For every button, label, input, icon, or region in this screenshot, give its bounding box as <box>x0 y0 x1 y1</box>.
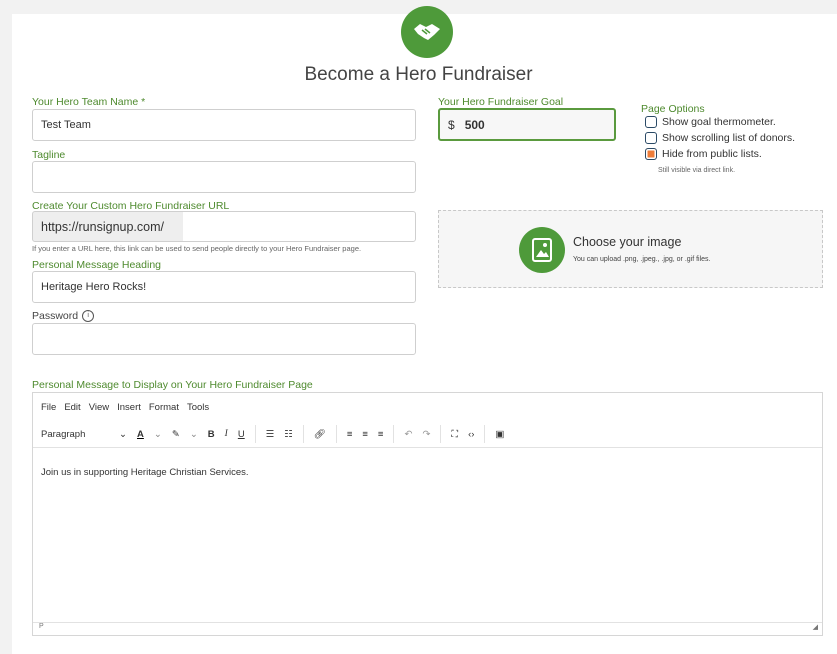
fullscreen-icon[interactable]: ⛶ <box>451 429 458 440</box>
option-hide-public[interactable]: Hide from public lists. <box>645 148 762 160</box>
undo-icon[interactable]: ↶ <box>404 429 412 440</box>
tagline-input[interactable] <box>32 161 416 193</box>
password-label: Password <box>32 310 79 322</box>
menu-view[interactable]: View <box>89 402 109 413</box>
highlight-chevron-icon[interactable]: ⌄ <box>190 429 198 440</box>
password-input[interactable] <box>32 323 416 355</box>
toolbar-divider <box>440 425 442 443</box>
option-label-3: Hide from public lists. <box>662 148 762 160</box>
goal-value: 500 <box>464 117 485 132</box>
align-right-icon[interactable]: ≡ <box>378 429 384 440</box>
image-upload-icon[interactable] <box>519 227 565 273</box>
element-path: P <box>39 623 44 630</box>
team-name-input[interactable]: Test Team <box>32 109 416 141</box>
bold-icon[interactable]: B <box>208 429 215 440</box>
bullet-list-icon[interactable]: ☰ <box>266 429 275 440</box>
toolbar-divider <box>393 425 395 443</box>
options-note: Still visible via direct link. <box>658 167 736 174</box>
menu-file[interactable]: File <box>41 402 56 413</box>
text-color-icon[interactable]: A <box>137 429 144 440</box>
menu-format[interactable]: Format <box>149 402 179 413</box>
rich-text-editor[interactable]: File Edit View Insert Format Tools Parag… <box>32 392 823 636</box>
editor-content[interactable]: Join us in supporting Heritage Christian… <box>41 467 249 478</box>
url-input[interactable]: https://runsignup.com/ <box>32 211 416 242</box>
link-icon[interactable]: 🔗︎ <box>314 429 326 440</box>
team-name-value: Test Team <box>41 119 91 131</box>
numbered-list-icon[interactable]: ☷ <box>284 429 293 440</box>
url-hint: If you enter a URL here, this link can b… <box>32 244 362 253</box>
toolbar-divider <box>335 425 337 443</box>
toolbar-divider <box>302 425 304 443</box>
goal-label: Your Hero Fundraiser Goal <box>438 96 564 108</box>
password-label-row: Password i <box>32 310 95 323</box>
text-color-chevron-icon[interactable]: ⌄ <box>154 429 162 440</box>
block-format-value: Paragraph <box>41 428 86 440</box>
highlight-icon[interactable]: ✎ <box>172 429 180 440</box>
team-name-label: Your Hero Team Name * <box>32 96 146 108</box>
resize-handle-icon[interactable]: ◢ <box>813 623 818 631</box>
menu-edit[interactable]: Edit <box>64 402 80 413</box>
option-label-2: Show scrolling list of donors. <box>662 132 796 144</box>
insert-image-icon[interactable]: ▣ <box>495 429 504 440</box>
url-prefix: https://runsignup.com/ <box>41 219 164 234</box>
option-scrolling-donors[interactable]: Show scrolling list of donors. <box>645 132 795 144</box>
chevron-down-icon: ⌄ <box>119 428 127 440</box>
block-format-select[interactable]: Paragraph ⌄ <box>41 429 127 440</box>
handshake-logo-icon <box>401 6 453 58</box>
heading-label: Personal Message Heading <box>32 259 161 271</box>
editor-toolbar: Paragraph ⌄ A ⌄ ✎ ⌄ B I U ☰ ☷ 🔗︎ ≡ ≡ ≡ ↶… <box>33 421 822 448</box>
editor-menubar: File Edit View Insert Format Tools <box>33 393 822 421</box>
checkbox-hide-public[interactable] <box>645 148 657 160</box>
checkbox-scrolling-donors[interactable] <box>645 132 657 144</box>
menu-insert[interactable]: Insert <box>117 402 141 413</box>
editor-statusbar: P ◢ <box>33 622 822 635</box>
heading-value: Heritage Hero Rocks! <box>41 281 147 293</box>
align-left-icon[interactable]: ≡ <box>347 429 353 440</box>
image-upload-dropzone[interactable]: Choose your image You can upload .png, .… <box>438 210 823 288</box>
italic-icon[interactable]: I <box>225 429 228 439</box>
toolbar-divider <box>254 425 256 443</box>
tagline-label: Tagline <box>32 149 66 161</box>
menu-tools[interactable]: Tools <box>187 402 209 413</box>
page-title: Become a Hero Fundraiser <box>304 64 533 85</box>
option-goal-thermometer[interactable]: Show goal thermometer. <box>645 116 776 128</box>
option-label-1: Show goal thermometer. <box>662 116 776 128</box>
redo-icon[interactable]: ↷ <box>422 429 430 440</box>
toolbar-divider <box>484 425 486 443</box>
info-icon[interactable]: i <box>82 310 95 323</box>
underline-icon[interactable]: U <box>238 429 245 440</box>
align-center-icon[interactable]: ≡ <box>362 429 368 440</box>
upload-heading: Choose your image <box>573 235 682 249</box>
heading-input[interactable]: Heritage Hero Rocks! <box>32 271 416 303</box>
checkbox-goal-thermometer[interactable] <box>645 116 657 128</box>
source-code-icon[interactable]: ‹› <box>468 429 474 440</box>
page-options-label: Page Options <box>641 103 705 115</box>
currency-symbol: $ <box>448 117 455 132</box>
upload-subtext: You can upload .png, .jpeg., .jpg, or .g… <box>573 256 711 263</box>
message-label: Personal Message to Display on Your Hero… <box>32 379 313 391</box>
goal-input[interactable]: $ 500 <box>438 108 616 141</box>
